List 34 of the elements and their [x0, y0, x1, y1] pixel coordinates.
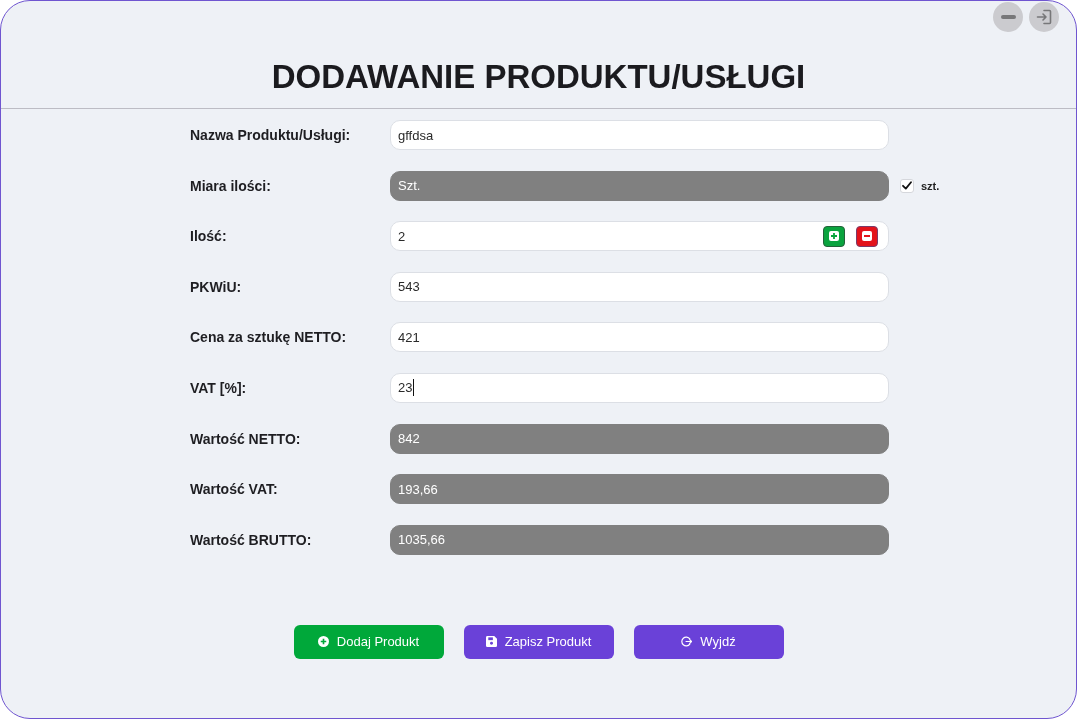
field-label: Miara ilości: [190, 177, 272, 194]
exit-button[interactable]: Wyjdź [633, 624, 784, 659]
readonly-field: 1035,66 [390, 524, 889, 555]
circle-arrow-icon [681, 636, 693, 648]
input-field[interactable]: 23 [390, 372, 889, 403]
minimize-button[interactable] [993, 2, 1023, 32]
field-label: Nazwa Produktu/Usługi: [190, 127, 352, 143]
save-product-button[interactable]: Zapisz Produkt [463, 624, 614, 659]
input-field[interactable]: 543 [390, 271, 889, 302]
field-label: Cena za sztukę NETTO: [190, 329, 348, 346]
checkmark-icon [902, 181, 912, 191]
field-label: Ilość: [190, 228, 228, 245]
readonly-field: 193,66 [390, 474, 889, 505]
field-label: Wartość NETTO: [190, 430, 302, 447]
plus-square-icon [829, 231, 839, 242]
increment-button[interactable] [823, 225, 845, 247]
checkbox-label: szt. [921, 179, 940, 192]
field-label: PKWiU: [190, 278, 243, 295]
minus-square-icon [862, 231, 872, 242]
decrement-button[interactable] [856, 225, 878, 247]
input-field[interactable]: 421 [390, 322, 889, 353]
dialog-title: DODAWANIE PRODUKTU/USŁUGI [270, 57, 807, 97]
minus-icon [1000, 15, 1016, 19]
field-label: Wartość BRUTTO: [190, 531, 313, 548]
input-field[interactable]: gffdsa [390, 120, 889, 150]
plus-circle-icon [317, 636, 329, 648]
arrow-into-box-icon [1036, 9, 1052, 25]
checkbox[interactable] [900, 178, 914, 193]
field-label: VAT [%]: [190, 379, 248, 396]
readonly-field: 842 [390, 423, 889, 454]
field-label: Wartość VAT: [190, 481, 279, 498]
readonly-field: Szt. [390, 170, 889, 201]
input-field[interactable]: 2 [390, 221, 889, 252]
window-exit-button[interactable] [1029, 2, 1059, 32]
